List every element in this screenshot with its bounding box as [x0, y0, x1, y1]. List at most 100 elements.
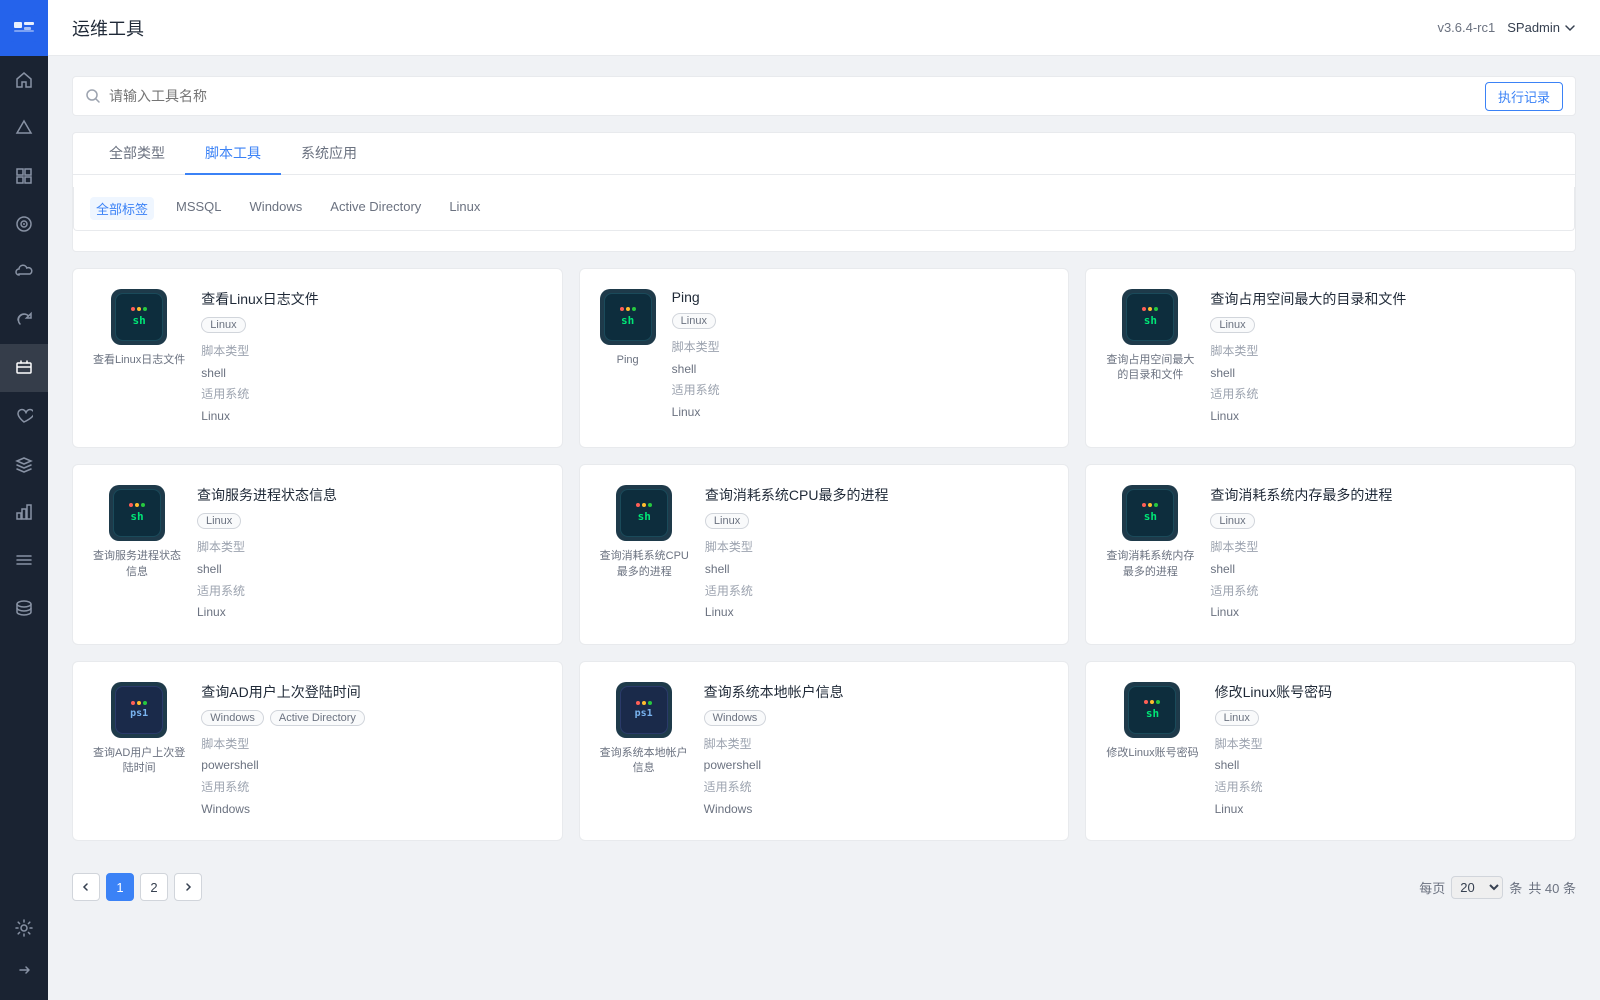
page-prev-button[interactable] — [72, 873, 100, 901]
search-bar: 执行记录 — [72, 76, 1576, 116]
card-info: 查询占用空间最大的目录和文件 Linux 脚本类型 shell 适用系统 Lin… — [1210, 289, 1555, 427]
sidebar-item-target[interactable] — [0, 200, 48, 248]
card-meta: 脚本类型 shell 适用系统 Linux — [1210, 537, 1555, 623]
sidebar-item-grid[interactable] — [0, 152, 48, 200]
card-bottom-name: 查询占用空间最大的目录和文件 — [1106, 353, 1194, 384]
tab-all-types[interactable]: 全部类型 — [89, 133, 185, 175]
card-ad-last-login[interactable]: ps1 查询AD用户上次登陆时间 查询AD用户上次登陆时间 Windows Ac… — [72, 661, 563, 841]
sidebar-item-heart[interactable] — [0, 392, 48, 440]
card-icon-section: sh Ping — [600, 289, 656, 427]
dot-yellow — [1148, 503, 1152, 507]
sidebar-item-layers[interactable] — [0, 440, 48, 488]
user-menu[interactable]: SPadmin — [1507, 20, 1576, 35]
card-title: Ping — [672, 289, 1049, 305]
card-icon: sh — [1122, 289, 1178, 345]
card-meta: 脚本类型 shell 适用系统 Linux — [1215, 734, 1555, 820]
icon-label: sh — [638, 510, 651, 523]
card-title: 查询系统本地帐户信息 — [704, 682, 1049, 702]
sidebar-item-settings[interactable] — [0, 904, 48, 952]
card-tags: Linux — [201, 317, 541, 333]
terminal-icon: sh — [113, 489, 161, 537]
card-tag-linux: Linux — [197, 513, 241, 529]
terminal-dots — [1142, 503, 1158, 507]
sidebar-item-list[interactable] — [0, 536, 48, 584]
page-next-button[interactable] — [174, 873, 202, 901]
sidebar-item-cloud[interactable] — [0, 248, 48, 296]
icon-label: ps1 — [635, 708, 653, 719]
card-meta: 脚本类型 shell 适用系统 Linux — [1210, 341, 1555, 427]
search-input[interactable] — [109, 88, 1485, 104]
card-info: 查询AD用户上次登陆时间 Windows Active Directory 脚本… — [201, 682, 541, 820]
card-title: 修改Linux账号密码 — [1215, 682, 1555, 702]
dot-green — [648, 701, 652, 705]
sidebar-item-chart[interactable] — [0, 488, 48, 536]
tag-mssql[interactable]: MSSQL — [170, 197, 228, 220]
page-2-button[interactable]: 2 — [140, 873, 168, 901]
sidebar-item-storage[interactable] — [0, 584, 48, 632]
card-meta: 脚本类型 powershell 适用系统 Windows — [704, 734, 1049, 820]
dot-green — [1154, 307, 1158, 311]
username-label: SPadmin — [1507, 20, 1560, 35]
sidebar-expand-button[interactable] — [0, 952, 48, 988]
tabs-container: 全部类型 脚本工具 系统应用 全部标签 MSSQL Windows Active… — [72, 132, 1576, 252]
tab-sys-apps[interactable]: 系统应用 — [281, 133, 377, 175]
dot-green — [632, 307, 636, 311]
card-cpu-top[interactable]: sh 查询消耗系统CPU最多的进程 查询消耗系统CPU最多的进程 Linux 脚… — [579, 464, 1070, 644]
card-info: 修改Linux账号密码 Linux 脚本类型 shell 适用系统 Linux — [1215, 682, 1555, 820]
terminal-dots — [129, 503, 145, 507]
dot-yellow — [137, 307, 141, 311]
dot-yellow — [1148, 307, 1152, 311]
terminal-icon: sh — [1126, 293, 1174, 341]
card-change-password[interactable]: sh 修改Linux账号密码 修改Linux账号密码 Linux 脚本类型 sh… — [1085, 661, 1576, 841]
icon-label: ps1 — [130, 708, 148, 719]
terminal-dots — [620, 307, 636, 311]
card-title: 查询AD用户上次登陆时间 — [201, 682, 541, 702]
card-bottom-name: 查询消耗系统CPU最多的进程 — [600, 549, 689, 580]
icon-label: sh — [1144, 510, 1157, 523]
main-area: 运维工具 v3.6.4-rc1 SPadmin 执行记录 全部类型 脚本工具 系… — [48, 0, 1600, 1000]
card-title: 查询消耗系统CPU最多的进程 — [705, 485, 1048, 505]
card-bottom-name: 查询服务进程状态信息 — [93, 549, 181, 580]
sidebar-item-home[interactable] — [0, 56, 48, 104]
card-tags: Windows — [704, 710, 1049, 726]
card-icon: sh — [616, 485, 672, 541]
dot-yellow — [1150, 700, 1154, 704]
page-1-button[interactable]: 1 — [106, 873, 134, 901]
card-disk-usage[interactable]: sh 查询占用空间最大的目录和文件 查询占用空间最大的目录和文件 Linux 脚… — [1085, 268, 1576, 448]
sidebar-item-tools[interactable] — [0, 344, 48, 392]
card-tag-windows: Windows — [201, 710, 264, 726]
sidebar-item-monitor[interactable] — [0, 104, 48, 152]
card-icon-section: sh 查看Linux日志文件 — [93, 289, 185, 427]
page-info: 每页 20 50 100 条 共 40 条 — [1419, 876, 1576, 899]
page-size-select[interactable]: 20 50 100 — [1451, 876, 1503, 899]
terminal-dots — [131, 701, 147, 705]
card-icon: sh — [109, 485, 165, 541]
tab-script-tools[interactable]: 脚本工具 — [185, 133, 281, 175]
page-title: 运维工具 — [72, 15, 1437, 41]
card-bottom-name: Ping — [617, 353, 639, 368]
exec-record-button[interactable]: 执行记录 — [1485, 82, 1563, 111]
card-bottom-name: 修改Linux账号密码 — [1106, 746, 1198, 761]
dot-red — [636, 503, 640, 507]
terminal-icon-ps: ps1 — [115, 686, 163, 734]
card-icon: sh — [1124, 682, 1180, 738]
sidebar-item-refresh[interactable] — [0, 296, 48, 344]
icon-label: sh — [130, 510, 143, 523]
card-info: 查询系统本地帐户信息 Windows 脚本类型 powershell 适用系统 … — [704, 682, 1049, 820]
tag-linux[interactable]: Linux — [443, 197, 486, 220]
card-view-linux-logs[interactable]: sh 查看Linux日志文件 查看Linux日志文件 Linux 脚本类型 sh… — [72, 268, 563, 448]
card-info: 查询消耗系统内存最多的进程 Linux 脚本类型 shell 适用系统 Linu… — [1210, 485, 1555, 623]
tag-all[interactable]: 全部标签 — [90, 197, 154, 220]
tag-active-directory[interactable]: Active Directory — [324, 197, 427, 220]
dot-yellow — [135, 503, 139, 507]
card-icon: sh — [1122, 485, 1178, 541]
dot-green — [143, 307, 147, 311]
cards-grid: sh 查看Linux日志文件 查看Linux日志文件 Linux 脚本类型 sh… — [72, 268, 1576, 841]
card-mem-top[interactable]: sh 查询消耗系统内存最多的进程 查询消耗系统内存最多的进程 Linux 脚本类… — [1085, 464, 1576, 644]
card-ping[interactable]: sh Ping Ping Linux 脚本类型 shell 适 — [579, 268, 1070, 448]
count-label: 条 — [1509, 878, 1522, 897]
tag-windows[interactable]: Windows — [244, 197, 309, 220]
card-local-users[interactable]: ps1 查询系统本地帐户信息 查询系统本地帐户信息 Windows 脚本类型 p… — [579, 661, 1070, 841]
card-service-status[interactable]: sh 查询服务进程状态信息 查询服务进程状态信息 Linux 脚本类型 shel… — [72, 464, 563, 644]
card-icon: ps1 — [616, 682, 672, 738]
